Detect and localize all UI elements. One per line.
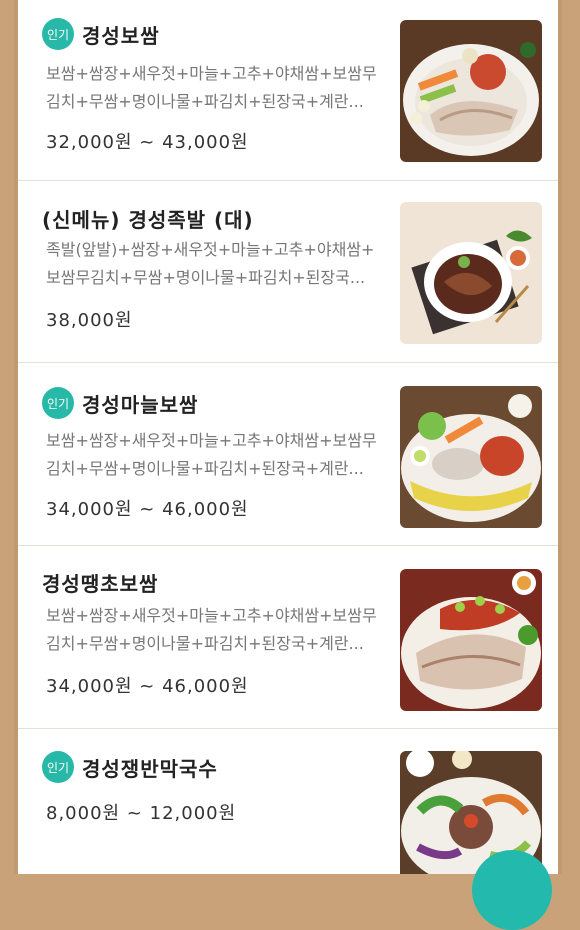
menu-item-description: 보쌈+쌈장+새우젓+마늘+고추+야채쌈+보쌈무 김치+무쌈+명이나물+파김치+된… xyxy=(46,606,377,653)
menu-item-name: 경성쟁반막국수 xyxy=(82,756,218,781)
menu-item-title-row: 인기 경성보쌈 xyxy=(42,18,160,50)
menu-item-title-row: 인기 경성마늘보쌈 xyxy=(42,387,198,419)
popular-badge: 인기 xyxy=(42,18,74,50)
menu-item-photo xyxy=(400,569,542,711)
menu-item-gyeongseong-tray-makguksu[interactable]: 인기 경성쟁반막국수 8,000원 ~ 12,000원 xyxy=(18,731,558,874)
menu-item-price: 32,000원 ~ 43,000원 xyxy=(46,132,249,153)
menu-item-photo xyxy=(400,20,542,162)
menu-item-gyeongseong-bossam[interactable]: 인기 경성보쌈 보쌈+쌈장+새우젓+마늘+고추+야채쌈+보쌈무 김치+무쌈+명이… xyxy=(18,0,558,181)
menu-item-description: 보쌈+쌈장+새우젓+마늘+고추+야채쌈+보쌈무 김치+무쌈+명이나물+파김치+된… xyxy=(46,64,377,111)
popular-badge: 인기 xyxy=(42,751,74,783)
menu-item-name: 경성땡초보쌈 xyxy=(42,572,159,596)
menu-item-title-row: (신메뉴) 경성족발 (대) xyxy=(42,204,254,233)
menu-item-description: 족발(앞발)+쌈장+새우젓+마늘+고추+야채쌈+ 보쌈무김치+무쌈+명이나물+파… xyxy=(46,240,375,287)
menu-item-price: 34,000원 ~ 46,000원 xyxy=(46,676,249,697)
menu-item-gyeongseong-jokbal[interactable]: (신메뉴) 경성족발 (대) 족발(앞발)+쌈장+새우젓+마늘+고추+야채쌈+ … xyxy=(18,182,558,363)
menu-list: 인기 경성보쌈 보쌈+쌈장+새우젓+마늘+고추+야채쌈+보쌈무 김치+무쌈+명이… xyxy=(14,0,562,874)
menu-item-title-row: 인기 경성쟁반막국수 xyxy=(42,751,218,783)
menu-item-gyeongseong-garlic-bossam[interactable]: 인기 경성마늘보쌈 보쌈+쌈장+새우젓+마늘+고추+야채쌈+보쌈무 김치+무쌈+… xyxy=(18,365,558,546)
menu-item-name: (신메뉴) 경성족발 (대) xyxy=(42,208,254,232)
floating-action-button[interactable] xyxy=(472,850,552,930)
menu-item-description: 보쌈+쌈장+새우젓+마늘+고추+야채쌈+보쌈무 김치+무쌈+명이나물+파김치+된… xyxy=(46,431,377,478)
menu-item-name: 경성보쌈 xyxy=(82,23,160,48)
menu-item-price: 38,000원 xyxy=(46,310,133,331)
popular-badge: 인기 xyxy=(42,387,74,419)
menu-item-name: 경성마늘보쌈 xyxy=(82,392,199,417)
menu-item-price: 8,000원 ~ 12,000원 xyxy=(46,803,237,824)
menu-item-price: 34,000원 ~ 46,000원 xyxy=(46,499,249,520)
menu-item-title-row: 경성땡초보쌈 xyxy=(42,568,158,597)
menu-item-gyeongseong-ttaengcho-bossam[interactable]: 경성땡초보쌈 보쌈+쌈장+새우젓+마늘+고추+야채쌈+보쌈무 김치+무쌈+명이나… xyxy=(18,548,558,729)
menu-item-photo xyxy=(400,386,542,528)
menu-item-photo xyxy=(400,202,542,344)
